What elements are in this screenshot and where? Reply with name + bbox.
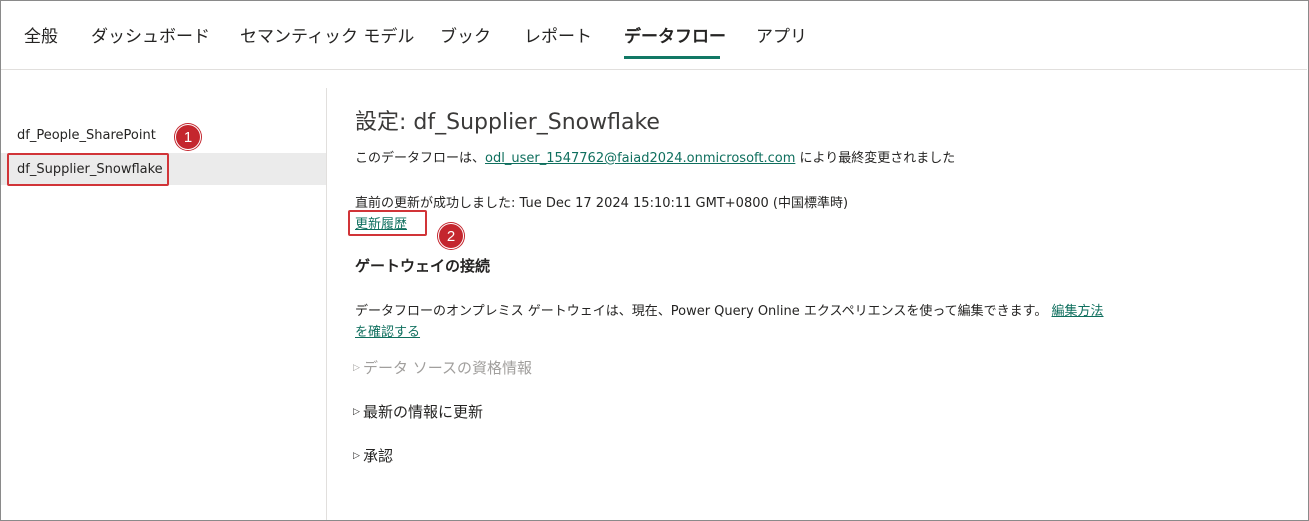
tab-apps[interactable]: アプリ xyxy=(756,22,807,60)
settings-tab-bar: 全般 ダッシュボード セマンティック モデル ブック レポート データフロー ア… xyxy=(0,0,1307,70)
endorsement-expander[interactable]: ▷ 承認 xyxy=(353,445,393,466)
sidebar-item-label: df_People_SharePoint xyxy=(17,127,156,143)
tab-dashboards[interactable]: ダッシュボード xyxy=(91,22,210,60)
expander-label: 最新の情報に更新 xyxy=(363,403,484,421)
annotation-badge-2: 2 xyxy=(438,223,464,249)
active-tab-indicator xyxy=(624,56,720,59)
expander-label: 承認 xyxy=(363,447,394,465)
annotation-highlight-box xyxy=(7,153,169,186)
scheduled-refresh-expander[interactable]: ▷ 最新の情報に更新 xyxy=(353,401,483,422)
refresh-history-link[interactable]: 更新履歴 xyxy=(355,213,407,232)
tab-dataflows[interactable]: データフロー xyxy=(624,22,726,60)
last-modified-text: このデータフローは、odl_user_1547762@faiad2024.onm… xyxy=(355,147,955,166)
learn-how-link-continued[interactable]: を確認する xyxy=(355,321,420,340)
tab-dataflows-label: データフロー xyxy=(624,27,726,47)
last-modified-suffix: により最終変更されました xyxy=(795,151,956,166)
caret-right-icon: ▷ xyxy=(353,406,360,417)
page-title: 設定: df_Supplier_Snowflake xyxy=(355,110,660,135)
gateway-description-text: データフローのオンプレミス ゲートウェイは、現在、Power Query Onl… xyxy=(355,304,1052,319)
tab-workbooks[interactable]: ブック xyxy=(440,22,491,60)
data-source-credentials-expander: ▷ データ ソースの資格情報 xyxy=(353,357,532,378)
sidebar-item-df-people-sharepoint[interactable]: df_People_SharePoint xyxy=(1,119,326,151)
last-modified-prefix: このデータフローは、 xyxy=(355,151,486,166)
caret-right-icon: ▷ xyxy=(353,450,360,461)
expander-label: データ ソースの資格情報 xyxy=(363,359,533,377)
last-refresh-status: 直前の更新が成功しました: Tue Dec 17 2024 15:10:11 G… xyxy=(355,196,849,211)
modified-user-link[interactable]: odl_user_1547762@faiad2024.onmicrosoft.c… xyxy=(485,151,795,166)
gateway-connection-heading: ゲートウェイの接続 xyxy=(355,257,491,275)
tab-general[interactable]: 全般 xyxy=(24,22,58,60)
learn-how-link[interactable]: 編集方法 xyxy=(1052,304,1104,319)
tab-reports[interactable]: レポート xyxy=(524,22,592,60)
tab-bar-divider xyxy=(1,69,1307,70)
annotation-badge-1: 1 xyxy=(175,124,201,150)
caret-right-icon: ▷ xyxy=(353,362,360,373)
gateway-description: データフローのオンプレミス ゲートウェイは、現在、Power Query Onl… xyxy=(355,300,1104,319)
tab-semantic-models[interactable]: セマンティック モデル xyxy=(240,22,414,60)
